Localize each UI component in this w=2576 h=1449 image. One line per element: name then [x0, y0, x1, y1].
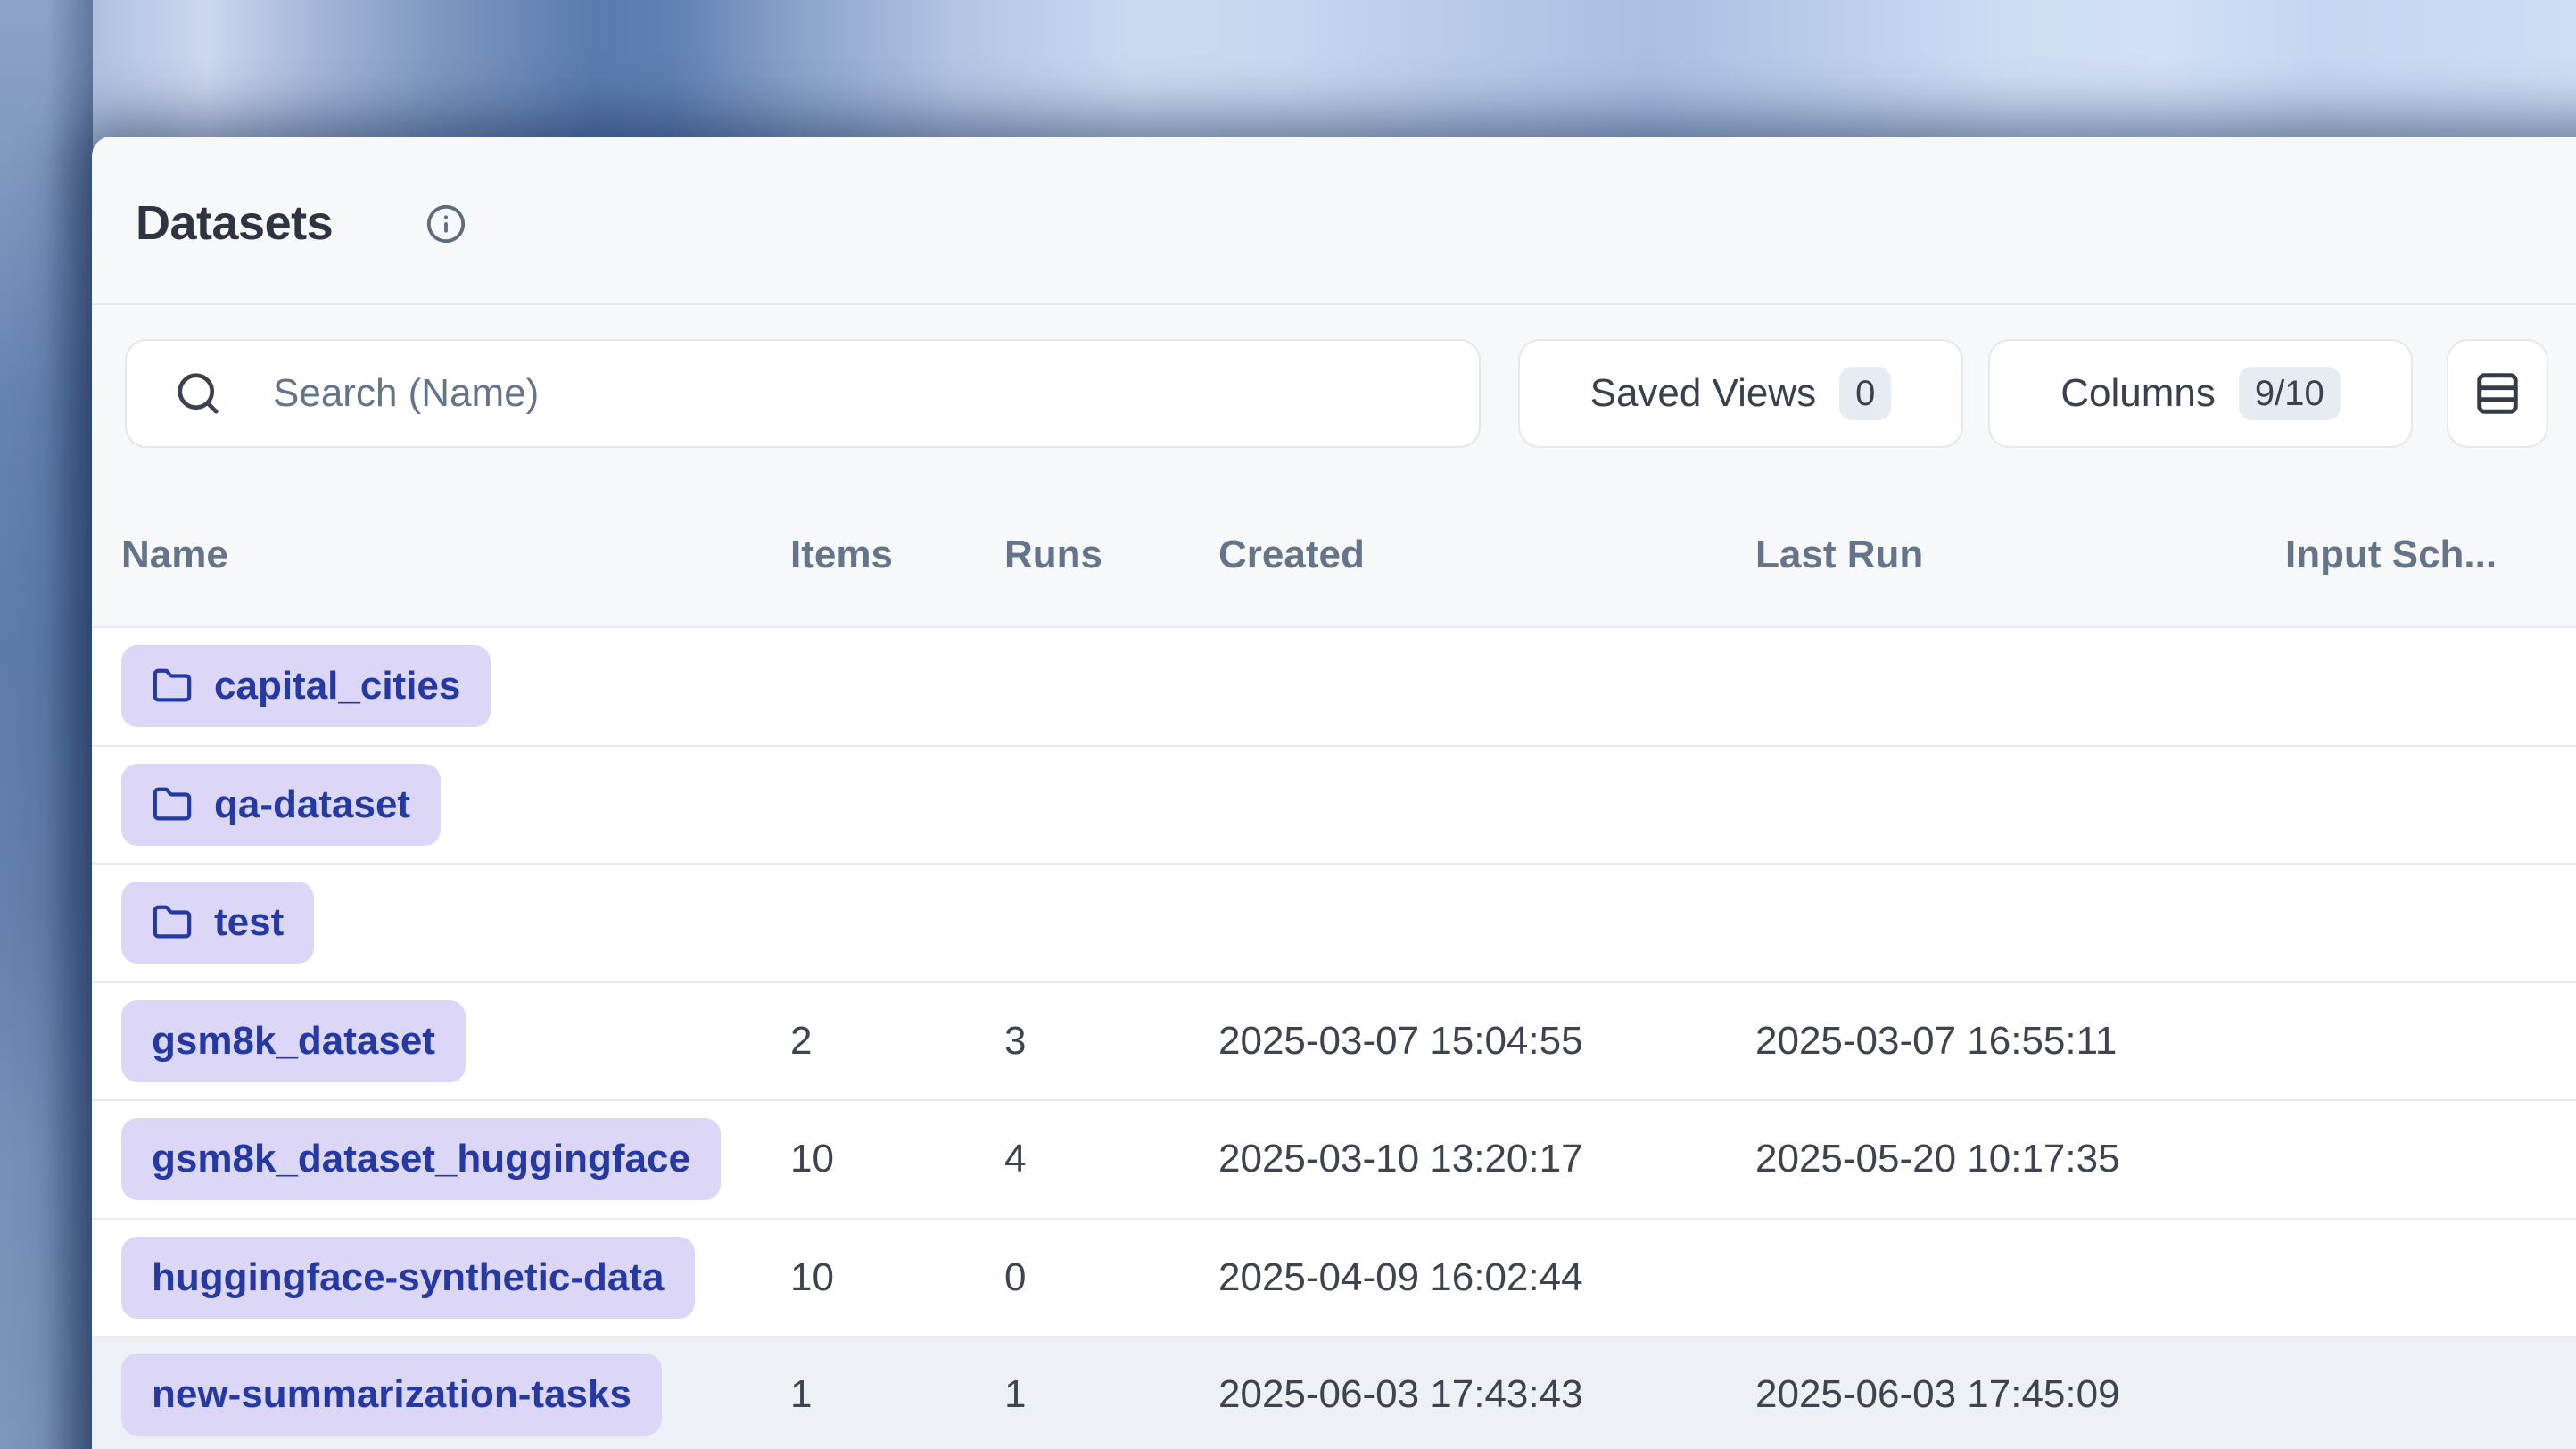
- created-cell: 2025-03-07 15:04:55: [1218, 1019, 1583, 1064]
- column-header-input-schema: Input Sch...: [2285, 533, 2497, 577]
- last-run-cell: 2025-03-07 16:55:11: [1755, 1019, 2117, 1064]
- info-icon[interactable]: [425, 203, 466, 244]
- runs-cell: 0: [1004, 1255, 1026, 1300]
- dataset-name: new-summarization-tasks: [152, 1372, 632, 1417]
- saved-views-button[interactable]: Saved Views 0: [1518, 339, 1963, 448]
- runs-cell: 1: [1004, 1372, 1026, 1417]
- folder-icon: [152, 784, 193, 825]
- runs-cell: 3: [1004, 1019, 1026, 1064]
- folder-badge[interactable]: test: [121, 882, 314, 964]
- datasets-page: Datasets Saved Views 0: [0, 0, 2576, 1449]
- search-input-wrapper: [125, 339, 1481, 448]
- table-body: capital_cities qa-dataset: [92, 626, 2576, 1449]
- folder-name: test: [214, 900, 284, 945]
- datasets-card: Datasets Saved Views 0: [92, 137, 2576, 1449]
- saved-views-count: 0: [1839, 367, 1891, 420]
- table-row[interactable]: qa-dataset: [92, 745, 2576, 864]
- folder-name: qa-dataset: [214, 782, 410, 827]
- dataset-name-badge[interactable]: huggingface-synthetic-data: [121, 1237, 695, 1319]
- dataset-name-badge[interactable]: gsm8k_dataset_huggingface: [121, 1118, 721, 1200]
- table-row[interactable]: capital_cities: [92, 626, 2576, 745]
- folder-icon: [152, 902, 193, 943]
- rows-3-icon: [2473, 369, 2522, 418]
- created-cell: 2025-03-10 13:20:17: [1218, 1137, 1583, 1181]
- created-cell: 2025-06-03 17:43:43: [1218, 1372, 1583, 1417]
- folder-icon: [152, 666, 193, 707]
- created-cell: 2025-04-09 16:02:44: [1218, 1255, 1583, 1300]
- table-row[interactable]: gsm8k_dataset_huggingface 10 4 2025-03-1…: [92, 1099, 2576, 1218]
- table-row-highlighted[interactable]: new-summarization-tasks 1 1 2025-06-03 1…: [92, 1336, 2576, 1449]
- background-gradient: [0, 0, 93, 1449]
- folder-name: capital_cities: [214, 664, 460, 708]
- page-title: Datasets: [136, 195, 333, 251]
- column-header-runs: Runs: [1004, 533, 1102, 577]
- columns-button[interactable]: Columns 9/10: [1988, 339, 2413, 448]
- table-row[interactable]: test: [92, 863, 2576, 981]
- items-cell: 10: [790, 1137, 834, 1181]
- last-run-cell: 2025-06-03 17:45:09: [1755, 1372, 2120, 1417]
- dataset-name: gsm8k_dataset_huggingface: [152, 1137, 690, 1181]
- last-run-cell: 2025-05-20 10:17:35: [1755, 1137, 2120, 1181]
- dataset-name: gsm8k_dataset: [152, 1019, 435, 1064]
- search-input[interactable]: [127, 341, 1479, 446]
- items-cell: 1: [790, 1372, 812, 1417]
- columns-label: Columns: [2060, 371, 2216, 416]
- table-row[interactable]: huggingface-synthetic-data 10 0 2025-04-…: [92, 1218, 2576, 1337]
- column-header-last-run: Last Run: [1755, 533, 1923, 577]
- column-header-created: Created: [1218, 533, 1365, 577]
- saved-views-label: Saved Views: [1590, 371, 1817, 416]
- column-header-name: Name: [121, 533, 228, 577]
- columns-count: 9/10: [2239, 367, 2341, 420]
- runs-cell: 4: [1004, 1137, 1026, 1181]
- items-cell: 10: [790, 1255, 834, 1300]
- card-header: Datasets: [92, 137, 2576, 305]
- table-row[interactable]: gsm8k_dataset 2 3 2025-03-07 15:04:55 20…: [92, 981, 2576, 1100]
- dataset-name-badge[interactable]: new-summarization-tasks: [121, 1354, 662, 1436]
- dataset-name: huggingface-synthetic-data: [152, 1255, 665, 1300]
- column-header-items: Items: [790, 533, 893, 577]
- items-cell: 2: [790, 1019, 812, 1064]
- dataset-name-badge[interactable]: gsm8k_dataset: [121, 1000, 466, 1082]
- folder-badge[interactable]: capital_cities: [121, 645, 491, 727]
- folder-badge[interactable]: qa-dataset: [121, 764, 441, 846]
- row-height-button[interactable]: [2447, 339, 2548, 448]
